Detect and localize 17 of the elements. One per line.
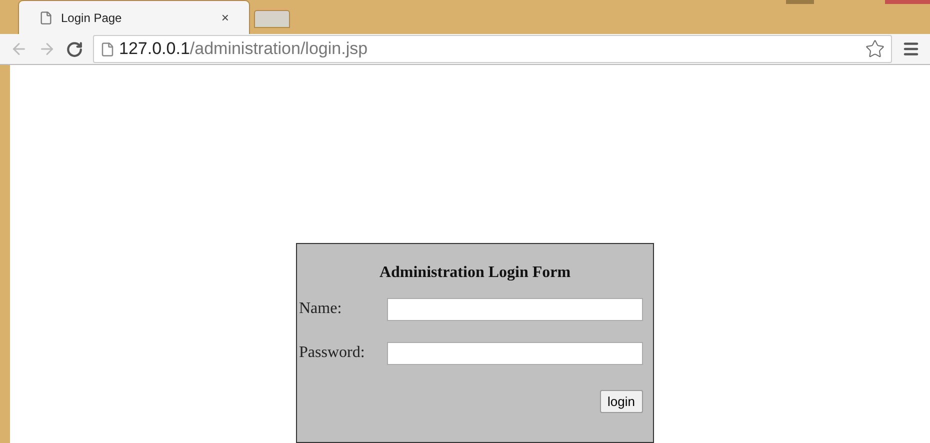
address-bar[interactable]: 127.0.0.1/administration/login.jsp [93, 35, 892, 64]
text-input-field[interactable] [387, 298, 643, 320]
page-icon [39, 10, 53, 25]
url-text: 127.0.0.1/administration/login.jsp [119, 38, 368, 60]
field-label: Name: [299, 299, 343, 319]
browser-tab[interactable]: Login Page × [18, 0, 250, 34]
reload-icon[interactable] [66, 40, 83, 58]
bookmark-star-icon[interactable] [865, 39, 885, 60]
text-input-field[interactable] [387, 342, 643, 364]
field-label: Password: [299, 343, 366, 363]
page-icon [100, 42, 115, 57]
form-title: Administration Login Form [378, 263, 572, 283]
tab-close-button[interactable]: × [221, 8, 229, 28]
new-tab-button[interactable] [254, 10, 290, 28]
tab-title: Login Page [61, 10, 123, 27]
menu-icon[interactable] [902, 40, 920, 58]
login-button[interactable]: login [600, 390, 643, 413]
